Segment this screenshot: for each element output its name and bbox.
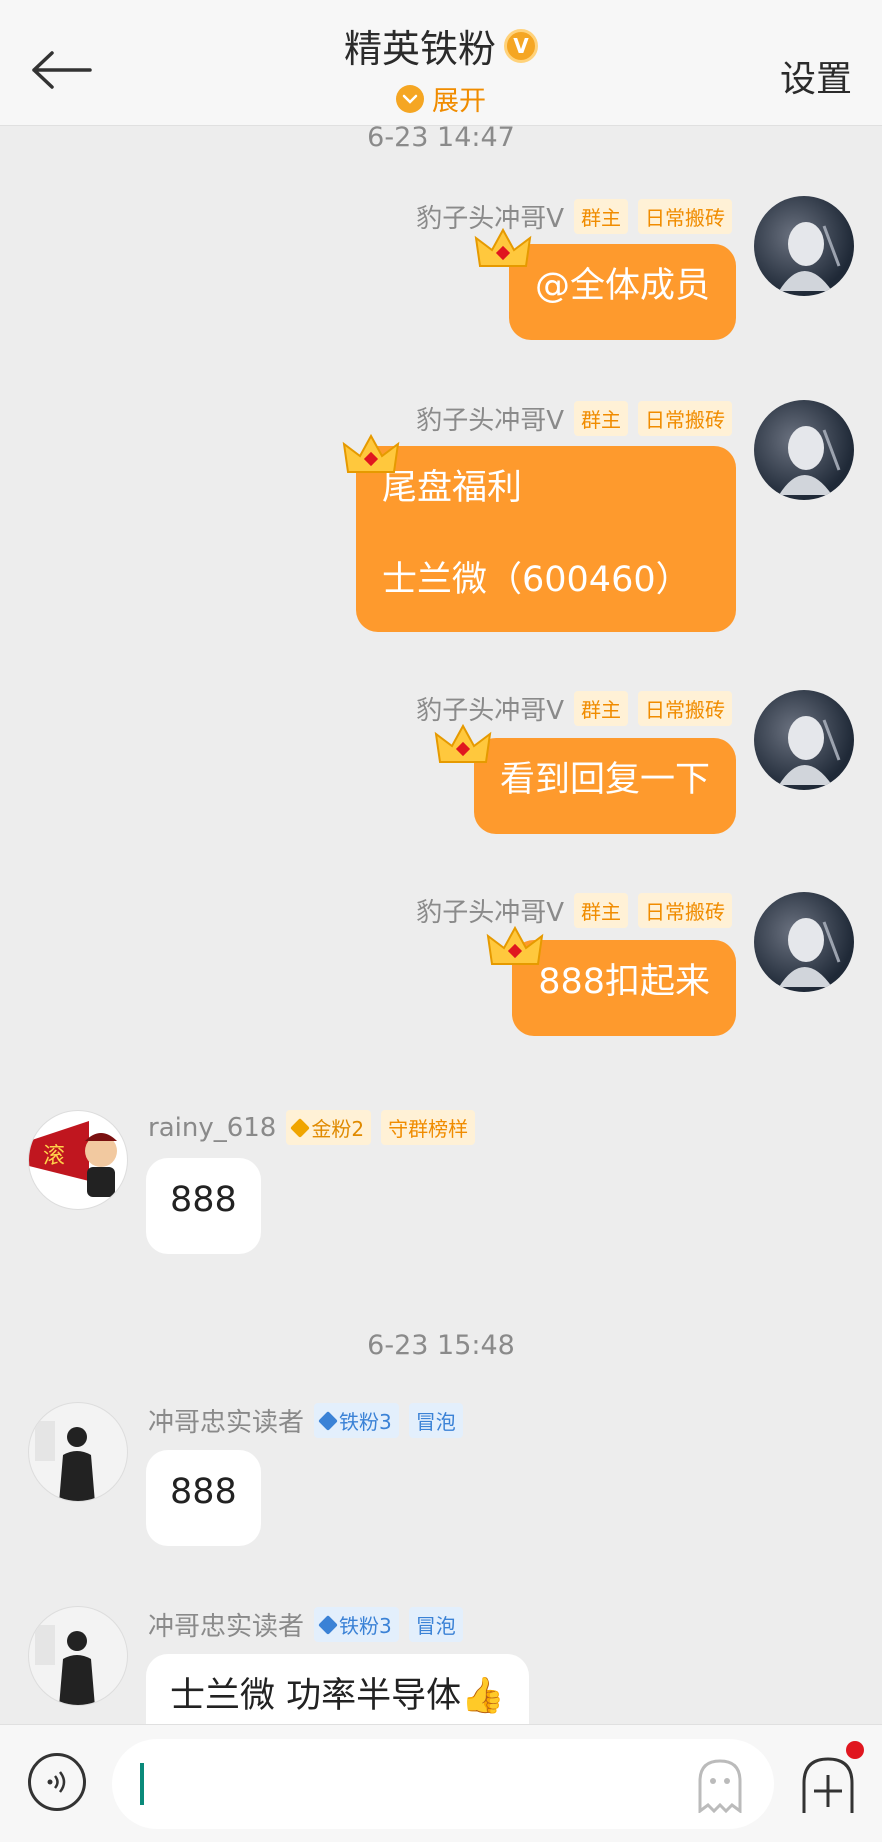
plus-icon[interactable]	[800, 1753, 856, 1815]
iron-diamond-icon	[318, 1410, 338, 1431]
daily-tag: 日常搬砖	[638, 893, 732, 928]
chevron-down-icon	[396, 84, 424, 113]
owner-tag: 群主	[574, 199, 628, 234]
message-timestamp: 6-23 14:47	[367, 122, 515, 153]
crown-icon	[474, 227, 532, 267]
expand-label: 展开	[432, 86, 486, 117]
message-text: 士兰微 功率半导体👍	[170, 1676, 505, 1716]
owner-tag: 群主	[574, 401, 628, 436]
chat-header: 精英铁粉 V 展开 设置	[0, 0, 882, 126]
sender-name: rainy_618	[148, 1112, 277, 1143]
avatar[interactable]	[28, 1402, 128, 1502]
message-text: @全体成员	[534, 266, 710, 306]
message-input[interactable]	[112, 1739, 774, 1829]
message-text: 888	[170, 1472, 237, 1512]
gold-fan-tag: 金粉2	[286, 1110, 372, 1145]
guard-tag: 守群榜样	[381, 1110, 476, 1145]
sender-name: 豹子头冲哥V	[416, 406, 564, 436]
sender-info: 豹子头冲哥V 群主 日常搬砖	[416, 198, 732, 235]
expand-button[interactable]: 展开	[396, 79, 486, 118]
chat-bubble[interactable]: 尾盘福利 士兰微（600460）	[356, 446, 736, 632]
avatar[interactable]	[754, 400, 854, 500]
daily-tag: 日常搬砖	[638, 401, 732, 436]
owner-tag: 群主	[574, 691, 628, 726]
avatar[interactable]	[754, 690, 854, 790]
sender-info: 冲哥忠实读者 铁粉3 冒泡	[148, 1606, 463, 1643]
avatar[interactable]	[754, 196, 854, 296]
message-composer	[0, 1724, 882, 1842]
avatar-text: 滚	[43, 1144, 65, 1169]
bubble-tag: 冒泡	[408, 1607, 463, 1642]
sender-name: 冲哥忠实读者	[148, 1408, 305, 1438]
message-text: 看到回复一下	[499, 760, 710, 800]
owner-tag: 群主	[574, 893, 628, 928]
group-title: 精英铁粉	[343, 27, 496, 71]
message-line: 尾盘福利	[382, 468, 523, 508]
avatar[interactable]: 滚	[28, 1110, 128, 1210]
avatar[interactable]	[754, 892, 854, 992]
sender-info: 豹子头冲哥V 群主 日常搬砖	[416, 892, 732, 929]
settings-button[interactable]: 设置	[780, 50, 852, 102]
emoji-icon[interactable]	[694, 1757, 746, 1813]
chat-bubble[interactable]: 888	[146, 1158, 261, 1254]
voice-input-button[interactable]	[28, 1753, 86, 1811]
message-line: 士兰微（600460）	[382, 559, 691, 600]
iron-fan-tag: 铁粉3	[314, 1607, 399, 1642]
daily-tag: 日常搬砖	[638, 691, 732, 726]
crown-icon	[434, 723, 492, 763]
sender-info: 豹子头冲哥V 群主 日常搬砖	[416, 400, 732, 437]
gold-diamond-icon	[290, 1117, 311, 1138]
chat-bubble[interactable]: 888	[146, 1450, 261, 1546]
sender-name: 冲哥忠实读者	[148, 1612, 305, 1642]
iron-diamond-icon	[318, 1614, 338, 1635]
crown-icon	[342, 433, 400, 473]
voice-icon	[47, 1771, 66, 1793]
bubble-tag: 冒泡	[408, 1403, 463, 1438]
chat-bubble[interactable]: @全体成员	[508, 244, 736, 340]
crown-icon	[486, 925, 544, 965]
chat-bubble[interactable]: 看到回复一下	[473, 738, 736, 834]
notification-dot	[846, 1741, 864, 1759]
chat-bubble[interactable]: 888扣起来	[512, 940, 736, 1036]
message-text: 888	[170, 1180, 237, 1220]
title-area: 精英铁粉 V 展开	[0, 18, 882, 118]
sender-info: 冲哥忠实读者 铁粉3 冒泡	[148, 1402, 463, 1439]
message-timestamp: 6-23 15:48	[367, 1330, 515, 1361]
sender-info: rainy_618 金粉2 守群榜样	[148, 1110, 476, 1145]
text-caret	[140, 1763, 144, 1805]
iron-fan-tag: 铁粉3	[314, 1403, 399, 1438]
verified-badge-icon: V	[504, 28, 538, 63]
message-text: 888扣起来	[538, 962, 710, 1002]
avatar[interactable]	[28, 1606, 128, 1706]
daily-tag: 日常搬砖	[638, 199, 732, 234]
